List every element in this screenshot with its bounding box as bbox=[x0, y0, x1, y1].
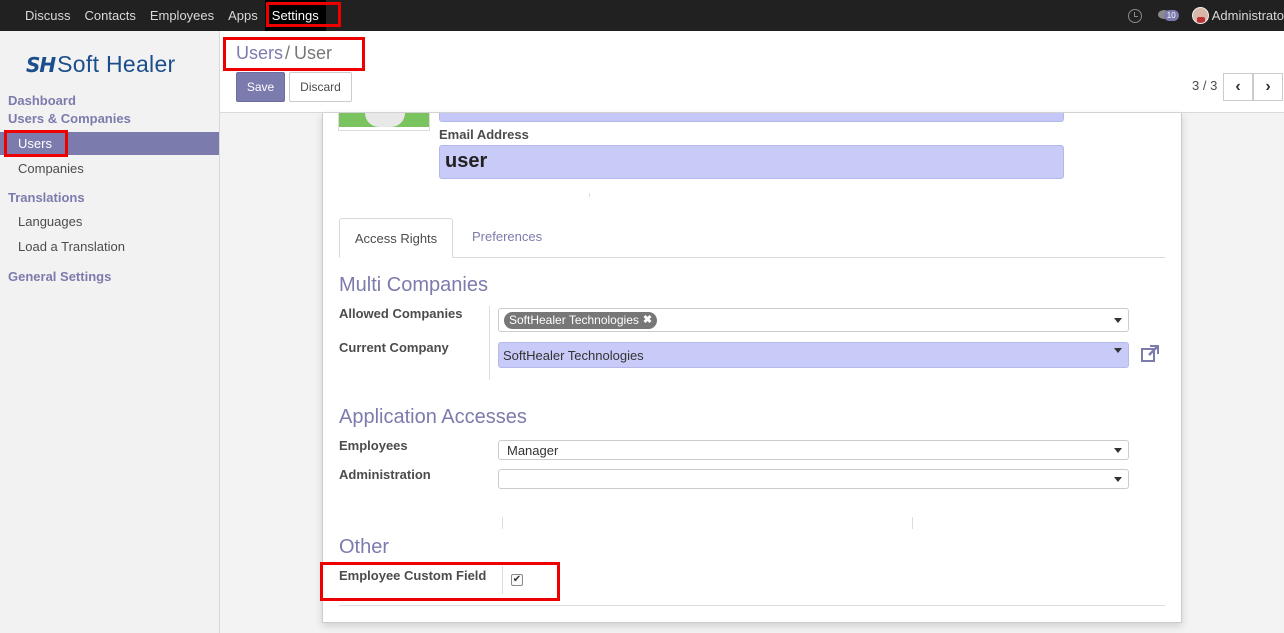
pager-previous-button[interactable]: ‹ bbox=[1223, 73, 1253, 101]
messaging-icon[interactable]: 10 bbox=[1157, 9, 1179, 23]
chevron-down-icon[interactable] bbox=[1114, 318, 1122, 323]
save-button[interactable]: Save bbox=[236, 72, 285, 102]
app-menu: Discuss Contacts Employees Apps Settings bbox=[18, 0, 326, 31]
sidebar-item-users-label: Users bbox=[18, 136, 52, 151]
pager-value: 3 / 3 bbox=[1192, 78, 1218, 93]
chevron-left-icon: ‹ bbox=[1235, 78, 1241, 95]
sidebar-section-translations[interactable]: Translations bbox=[8, 190, 85, 205]
logo-mark: SH bbox=[26, 52, 56, 77]
menu-apps[interactable]: Apps bbox=[221, 0, 265, 31]
company-tag-label: SoftHealer Technologies bbox=[509, 313, 639, 327]
message-count-badge: 10 bbox=[1163, 9, 1179, 21]
tabs-divider bbox=[339, 257, 1165, 258]
menu-employees[interactable]: Employees bbox=[143, 0, 221, 31]
label-divider bbox=[502, 566, 503, 594]
administration-access-select[interactable] bbox=[498, 469, 1129, 489]
sidebar-item-companies[interactable]: Companies bbox=[18, 161, 84, 176]
external-link-icon[interactable] bbox=[1140, 344, 1160, 364]
company-logo: SH Soft Healer bbox=[26, 51, 176, 78]
menu-contacts[interactable]: Contacts bbox=[78, 0, 143, 31]
systray: 10 Administrato bbox=[1127, 0, 1284, 31]
employee-custom-field-label: Employee Custom Field bbox=[339, 568, 487, 583]
user-photo[interactable] bbox=[338, 113, 430, 131]
section-application-accesses: Application Accesses bbox=[339, 406, 527, 428]
label-divider bbox=[489, 306, 490, 380]
sidebar-section-users-companies[interactable]: Users & Companies bbox=[8, 111, 131, 126]
name-field[interactable] bbox=[439, 113, 1064, 122]
user-avatar[interactable] bbox=[1191, 7, 1209, 24]
user-name[interactable]: Administrato bbox=[1212, 8, 1284, 23]
discard-button[interactable]: Discard bbox=[289, 72, 352, 102]
control-panel: Users / User Save Discard 3 / 3 ‹ › bbox=[220, 31, 1284, 113]
employees-access-select[interactable]: Manager bbox=[498, 440, 1129, 460]
breadcrumb: Users / User bbox=[236, 43, 332, 64]
allowed-companies-label: Allowed Companies bbox=[339, 306, 463, 321]
administration-access-label: Administration bbox=[339, 467, 431, 482]
tab-preferences[interactable]: Preferences bbox=[472, 229, 542, 244]
menu-discuss[interactable]: Discuss bbox=[18, 0, 78, 31]
current-company-value: SoftHealer Technologies bbox=[503, 348, 644, 363]
form-sheet bbox=[322, 113, 1182, 623]
divider bbox=[502, 517, 503, 529]
sidebar-item-languages[interactable]: Languages bbox=[18, 214, 82, 229]
chevron-right-icon: › bbox=[1265, 78, 1271, 95]
employees-access-value: Manager bbox=[507, 443, 559, 458]
sidebar: SH Soft Healer Dashboard Users & Compani… bbox=[0, 31, 220, 633]
sidebar-item-load-translation[interactable]: Load a Translation bbox=[18, 239, 125, 254]
divider bbox=[589, 193, 590, 197]
sidebar-item-dashboard[interactable]: Dashboard bbox=[8, 93, 76, 108]
chevron-down-icon[interactable] bbox=[1114, 348, 1122, 353]
divider bbox=[912, 517, 913, 529]
tab-access-rights[interactable]: Access Rights bbox=[339, 218, 453, 258]
remove-tag-icon[interactable]: ✖ bbox=[643, 312, 652, 329]
form-bottom-divider bbox=[339, 605, 1165, 606]
allowed-companies-field[interactable]: SoftHealer Technologies ✖ bbox=[498, 308, 1129, 332]
pager-next-button[interactable]: › bbox=[1253, 73, 1283, 101]
top-navbar: Discuss Contacts Employees Apps Settings… bbox=[0, 0, 1284, 31]
chevron-down-icon[interactable] bbox=[1114, 448, 1122, 453]
logo-text: Soft Healer bbox=[57, 51, 176, 77]
breadcrumb-current: User bbox=[294, 43, 333, 63]
breadcrumb-separator: / bbox=[285, 43, 291, 63]
sidebar-item-general-settings[interactable]: General Settings bbox=[8, 269, 111, 284]
email-field[interactable]: user bbox=[439, 145, 1064, 179]
employees-access-label: Employees bbox=[339, 438, 408, 453]
menu-settings[interactable]: Settings bbox=[264, 0, 326, 31]
section-other: Other bbox=[339, 536, 390, 558]
sidebar-item-users[interactable]: Users bbox=[0, 132, 219, 155]
breadcrumb-users-link[interactable]: Users bbox=[236, 43, 283, 63]
chevron-down-icon[interactable] bbox=[1114, 477, 1122, 482]
checkmark-icon: ✔ bbox=[512, 574, 522, 585]
company-tag: SoftHealer Technologies ✖ bbox=[504, 312, 658, 329]
current-company-select[interactable]: SoftHealer Technologies bbox=[498, 342, 1129, 368]
current-company-label: Current Company bbox=[339, 340, 449, 355]
activity-clock-icon[interactable] bbox=[1127, 8, 1142, 23]
section-multi-companies: Multi Companies bbox=[339, 274, 488, 296]
email-label: Email Address bbox=[439, 127, 529, 142]
employee-custom-field-checkbox[interactable]: ✔ bbox=[511, 574, 523, 586]
